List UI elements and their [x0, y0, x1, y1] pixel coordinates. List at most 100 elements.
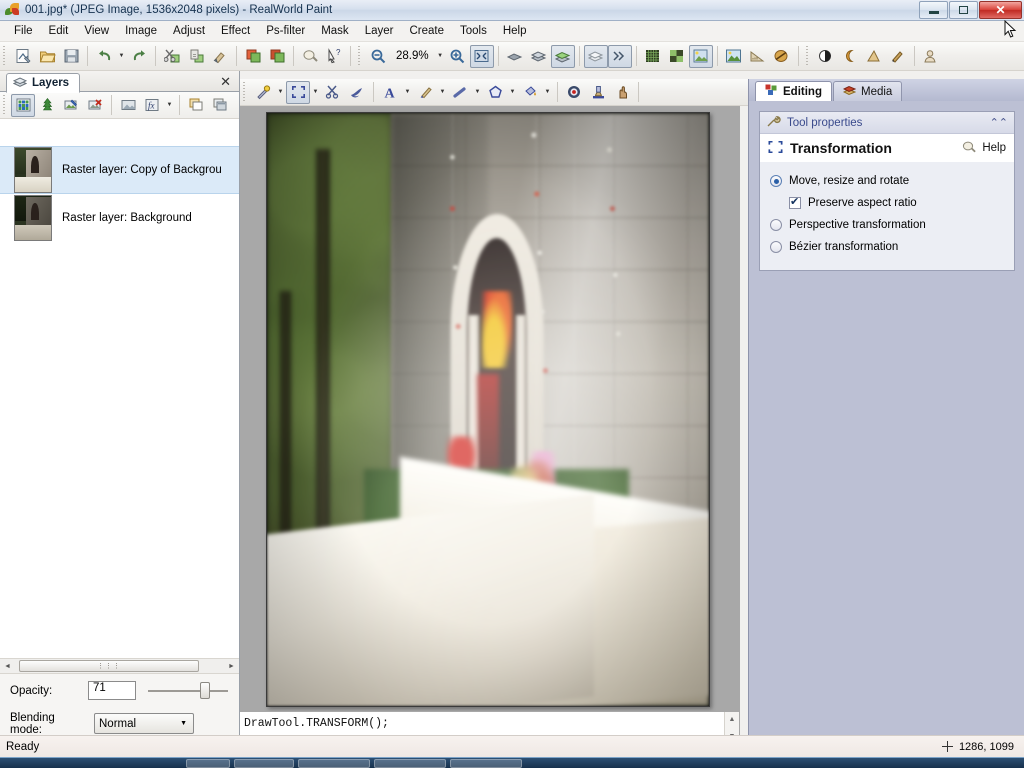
layers-toolbar-grip[interactable] — [2, 94, 8, 116]
chevron-down-icon[interactable]: ▼ — [180, 720, 187, 727]
shape-dropdown-icon[interactable]: ▼ — [507, 81, 518, 104]
brush-tool-icon[interactable] — [413, 81, 437, 104]
grid-coarse-icon[interactable] — [665, 45, 689, 68]
option-perspective-transformation[interactable]: Perspective transformation — [770, 214, 1004, 236]
add-vector-layer-icon[interactable] — [35, 94, 59, 117]
layers-panel-icon[interactable] — [583, 44, 608, 68]
opacity-slider[interactable] — [148, 681, 228, 700]
brush-dropdown-icon[interactable]: ▼ — [437, 81, 448, 104]
fill-dropdown-icon[interactable]: ▼ — [542, 81, 553, 104]
tab-editing[interactable]: Editing — [755, 81, 832, 101]
menu-edit[interactable]: Edit — [41, 23, 77, 39]
scrollbar-thumb[interactable]: ⋮⋮⋮ — [19, 660, 199, 672]
menu-create[interactable]: Create — [401, 23, 452, 39]
layer-stack-icon[interactable] — [527, 45, 551, 68]
taskbar-item[interactable] — [450, 759, 522, 768]
resize-icon[interactable] — [265, 45, 289, 68]
table-row[interactable]: Raster layer: Background — [0, 194, 239, 242]
layer-active-icon[interactable] — [550, 44, 575, 68]
option-bezier-transformation[interactable]: Bézier transformation — [770, 236, 1004, 258]
menu-layer[interactable]: Layer — [357, 23, 402, 39]
tools-toolbar-grip[interactable] — [242, 81, 248, 103]
cut-selection-icon[interactable] — [321, 81, 345, 104]
radio-move-resize-rotate[interactable] — [770, 175, 782, 187]
animation-frames-icon[interactable] — [607, 44, 632, 68]
delete-layer-icon[interactable] — [83, 94, 107, 117]
crop-icon[interactable] — [241, 45, 265, 68]
redo-icon[interactable] — [127, 45, 151, 68]
menu-ps-filter[interactable]: Ps-filter — [258, 23, 313, 39]
menu-tools[interactable]: Tools — [452, 23, 495, 39]
merge-layers-icon[interactable] — [208, 94, 232, 117]
adjust-group-grip[interactable] — [804, 45, 811, 67]
radio-perspective-transformation[interactable] — [770, 219, 782, 231]
slider-handle[interactable] — [200, 682, 210, 699]
taskbar-item[interactable] — [186, 759, 230, 768]
menu-mask[interactable]: Mask — [313, 23, 356, 39]
chevron-up-icon[interactable]: ⌃⌃ — [990, 116, 1008, 129]
canvas-area[interactable] — [240, 106, 740, 711]
new-document-icon[interactable] — [11, 45, 35, 68]
tab-media[interactable]: Media — [833, 81, 903, 101]
brightness-icon[interactable] — [814, 45, 838, 68]
scrollbar-track[interactable]: ⋮⋮⋮ — [15, 659, 224, 673]
stamp-icon[interactable] — [586, 81, 610, 104]
opacity-input[interactable]: 71 — [88, 681, 136, 700]
grid-fine-icon[interactable] — [641, 45, 665, 68]
image-preview-icon[interactable] — [688, 44, 713, 68]
shape-tool-icon[interactable] — [483, 81, 507, 104]
layer-flat-icon[interactable] — [503, 45, 527, 68]
magic-wand-icon[interactable] — [251, 81, 275, 104]
menu-file[interactable]: File — [6, 23, 41, 39]
cut-scissors-icon[interactable] — [160, 45, 184, 68]
taskbar-item[interactable] — [234, 759, 294, 768]
taskbar-item[interactable] — [298, 759, 370, 768]
save-disk-icon[interactable] — [59, 45, 83, 68]
menu-help[interactable]: Help — [495, 23, 535, 39]
whats-this-help-icon[interactable]: ? — [322, 45, 346, 68]
smudge-icon[interactable] — [345, 81, 369, 104]
toolbar-grip[interactable] — [2, 45, 8, 67]
menu-view[interactable]: View — [76, 23, 117, 39]
copy-icon[interactable] — [184, 45, 208, 68]
scroll-left-icon[interactable]: ◄ — [0, 659, 15, 673]
zoom-group-grip[interactable] — [357, 45, 363, 67]
blending-mode-select[interactable]: Normal ▼ — [94, 713, 194, 734]
zoom-in-icon[interactable] — [446, 45, 470, 68]
paste-brush-icon[interactable] — [208, 45, 232, 68]
zoom-out-icon[interactable] — [366, 45, 390, 68]
help-link[interactable]: Help — [962, 140, 1006, 156]
layer-properties-icon[interactable] — [59, 94, 83, 117]
layer-effects-icon[interactable]: fx — [140, 94, 164, 117]
guides-icon[interactable] — [770, 45, 794, 68]
option-move-resize-rotate[interactable]: Move, resize and rotate — [770, 170, 1004, 192]
option-preserve-aspect-ratio[interactable]: Preserve aspect ratio — [770, 192, 1004, 214]
eyedropper-icon[interactable] — [886, 45, 910, 68]
line-tool-icon[interactable] — [448, 81, 472, 104]
image-canvas[interactable] — [266, 112, 710, 707]
tab-layers[interactable]: Layers — [6, 73, 81, 93]
close-button[interactable]: ✕ — [979, 1, 1022, 19]
menu-adjust[interactable]: Adjust — [165, 23, 213, 39]
text-tool-icon[interactable]: A — [378, 81, 402, 104]
open-folder-icon[interactable] — [35, 45, 59, 68]
magic-wand-dropdown-icon[interactable]: ▼ — [275, 81, 286, 104]
restore-button[interactable] — [949, 1, 978, 19]
menu-effect[interactable]: Effect — [213, 23, 258, 39]
color-picker-bulb-icon[interactable] — [298, 45, 322, 68]
fill-bucket-icon[interactable] — [518, 81, 542, 104]
undo-icon[interactable] — [92, 45, 116, 68]
zoom-level-value[interactable]: 28.9% — [390, 50, 435, 62]
radio-bezier-transformation[interactable] — [770, 241, 782, 253]
ruler-icon[interactable] — [746, 45, 770, 68]
menu-image[interactable]: Image — [117, 23, 165, 39]
new-layer-icon[interactable] — [11, 93, 35, 117]
image-thumbnail-icon[interactable] — [722, 45, 746, 68]
duplicate-layer-icon[interactable] — [184, 94, 208, 117]
contrast-icon[interactable] — [838, 45, 862, 68]
checkbox-preserve-aspect-ratio[interactable] — [789, 195, 801, 209]
text-dropdown-icon[interactable]: ▼ — [402, 81, 413, 104]
gamma-icon[interactable] — [862, 45, 886, 68]
undo-dropdown-icon[interactable]: ▼ — [116, 45, 127, 68]
table-row[interactable]: Raster layer: Copy of Backgrou — [0, 146, 239, 194]
